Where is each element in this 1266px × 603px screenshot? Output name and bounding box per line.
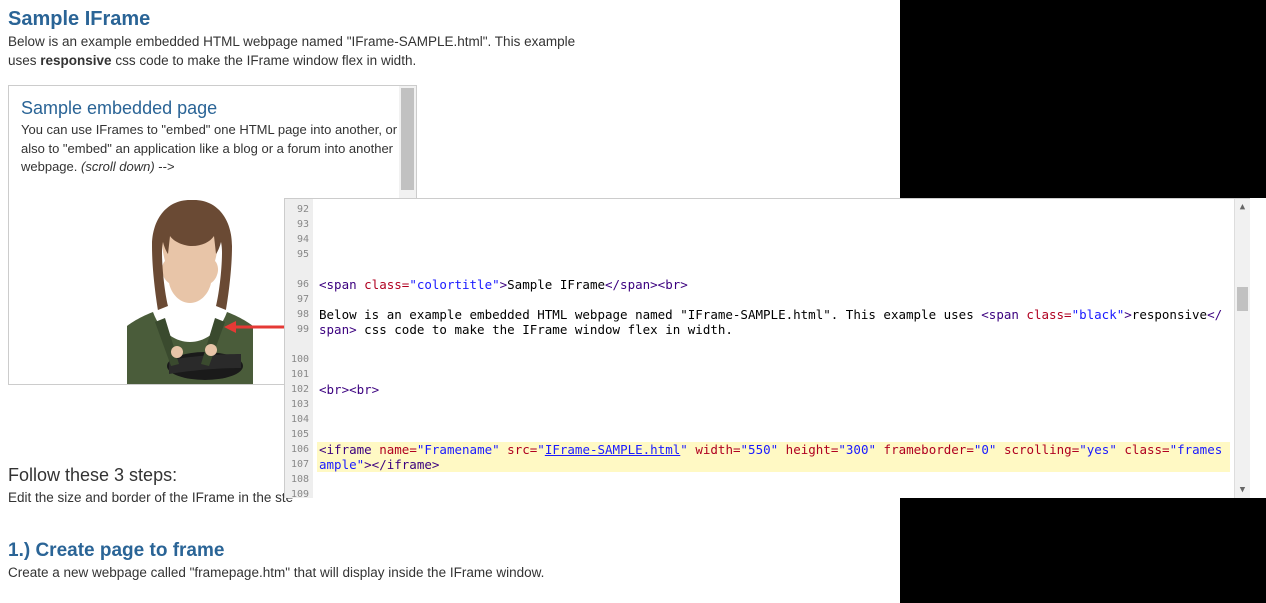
code-line: Below is an example embedded HTML webpag… xyxy=(319,307,1228,337)
code-line-highlighted: <iframe name="Framename" src="IFrame-SAM… xyxy=(317,442,1230,472)
portrait-image xyxy=(105,190,275,384)
gutter-line: 93 xyxy=(285,217,313,232)
gutter-line: 92 xyxy=(285,202,313,217)
gutter-line: 97 xyxy=(285,292,313,307)
gutter-line xyxy=(285,337,313,352)
gutter-line: 106 xyxy=(285,442,313,457)
code-line: <br><br> xyxy=(319,382,1228,397)
code-body: 92 93 94 95 96 97 98 99 100 101 102 103 … xyxy=(285,199,1234,498)
desc-line2a: uses xyxy=(8,53,40,68)
gutter-line: 98 xyxy=(285,307,313,322)
gutter-line: 103 xyxy=(285,397,313,412)
code-editor[interactable]: 92 93 94 95 96 97 98 99 100 101 102 103 … xyxy=(284,198,1250,498)
code-gutter: 92 93 94 95 96 97 98 99 100 101 102 103 … xyxy=(285,199,313,498)
desc-line1: Below is an example embedded HTML webpag… xyxy=(8,34,575,49)
page-title: Sample IFrame xyxy=(8,8,578,31)
code-line xyxy=(319,217,1228,232)
gutter-line: 96 xyxy=(285,277,313,292)
bottom-section: 1.) Create page to frame Create a new we… xyxy=(8,540,544,587)
gutter-line: 105 xyxy=(285,427,313,442)
gutter-line: 94 xyxy=(285,232,313,247)
code-line xyxy=(319,352,1228,367)
code-scroll-thumb[interactable] xyxy=(1237,287,1248,311)
iframe-paragraph: You can use IFrames to "embed" one HTML … xyxy=(21,121,404,178)
gutter-line: 104 xyxy=(285,412,313,427)
iframe-scroll-hint: (scroll down) xyxy=(81,159,155,174)
gutter-line: 107 xyxy=(285,457,313,472)
iframe-arrow-text: --> xyxy=(155,159,175,174)
code-line xyxy=(319,487,1228,498)
code-line xyxy=(319,247,1228,262)
code-line: <span class="colortitle">Sample IFrame</… xyxy=(319,277,1228,292)
desc-line2c: css code to make the IFrame window flex … xyxy=(112,53,417,68)
red-arrow-icon xyxy=(224,320,284,334)
code-line xyxy=(319,412,1228,427)
code-lines[interactable]: <span class="colortitle">Sample IFrame</… xyxy=(313,199,1234,498)
page-description: Below is an example embedded HTML webpag… xyxy=(8,33,578,71)
black-region-top xyxy=(900,0,1266,198)
scroll-up-button[interactable]: ▲ xyxy=(1235,199,1250,215)
iframe-text: You can use IFrames to "embed" one HTML … xyxy=(21,122,397,175)
section-1-title: 1.) Create page to frame xyxy=(8,540,544,562)
desc-bold: responsive xyxy=(40,53,111,68)
gutter-line: 99 xyxy=(285,322,313,337)
gutter-line xyxy=(285,262,313,277)
gutter-line: 102 xyxy=(285,382,313,397)
scroll-down-button[interactable]: ▼ xyxy=(1235,482,1250,498)
iframe-title: Sample embedded page xyxy=(21,98,404,119)
black-region-bottom xyxy=(900,498,1266,603)
code-scrollbar[interactable]: ▲ ▼ xyxy=(1234,199,1250,498)
gutter-line: 100 xyxy=(285,352,313,367)
gutter-line: 101 xyxy=(285,367,313,382)
gutter-line: 95 xyxy=(285,247,313,262)
gutter-line: 108 xyxy=(285,472,313,487)
section-1-desc: Create a new webpage called "framepage.h… xyxy=(8,564,544,583)
iframe-scroll-thumb[interactable] xyxy=(401,88,414,190)
gutter-line: 109 xyxy=(285,487,313,498)
